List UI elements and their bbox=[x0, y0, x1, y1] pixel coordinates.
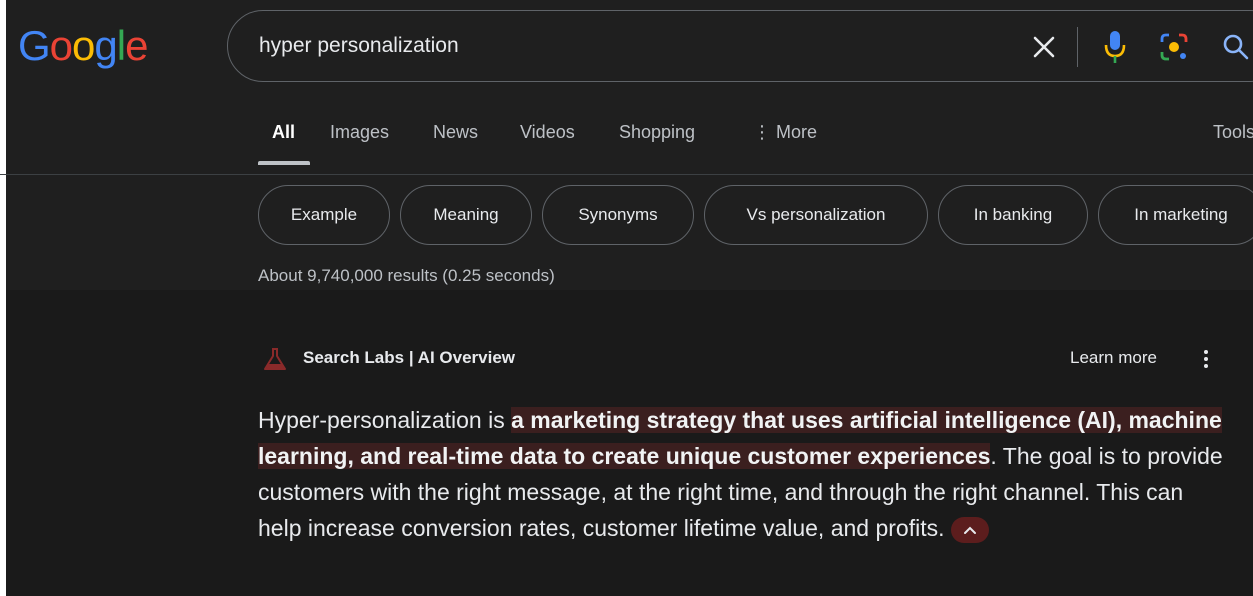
search-input[interactable]: hyper personalization bbox=[259, 34, 459, 58]
learn-more-link[interactable]: Learn more bbox=[1070, 348, 1157, 368]
google-logo[interactable]: Google bbox=[18, 22, 148, 70]
search-box[interactable]: hyper personalization bbox=[227, 10, 1253, 82]
tab-videos[interactable]: Videos bbox=[520, 122, 575, 143]
logo-letter: o bbox=[72, 22, 95, 69]
tab-more[interactable]: ⋮ More bbox=[753, 122, 817, 143]
collapse-button[interactable] bbox=[950, 516, 989, 543]
tab-all[interactable]: All bbox=[272, 122, 295, 143]
logo-letter: G bbox=[18, 22, 51, 69]
tabs-divider bbox=[0, 174, 1253, 175]
search-divider bbox=[1077, 27, 1078, 67]
lens-icon[interactable] bbox=[1158, 31, 1190, 63]
result-stats: About 9,740,000 results (0.25 seconds) bbox=[258, 266, 555, 285]
clear-icon[interactable] bbox=[1030, 33, 1058, 61]
tab-news[interactable]: News bbox=[433, 122, 478, 143]
tab-shopping[interactable]: Shopping bbox=[619, 122, 695, 143]
chip-synonyms[interactable]: Synonyms bbox=[542, 185, 694, 245]
kebab-menu-icon[interactable] bbox=[1196, 346, 1216, 372]
chevron-up-icon bbox=[963, 526, 976, 534]
search-icon[interactable] bbox=[1221, 32, 1251, 62]
logo-letter: e bbox=[125, 22, 148, 69]
logo-letter: l bbox=[116, 22, 126, 69]
chip-meaning[interactable]: Meaning bbox=[400, 185, 532, 245]
chip-in-banking[interactable]: In banking bbox=[938, 185, 1088, 245]
tab-images[interactable]: Images bbox=[330, 122, 389, 143]
logo-letter: g bbox=[94, 22, 117, 69]
overview-intro: Hyper-personalization is bbox=[258, 407, 512, 433]
chip-vs-personalization[interactable]: Vs personalization bbox=[704, 185, 928, 245]
chip-in-marketing[interactable]: In marketing bbox=[1098, 185, 1253, 245]
ai-overview-text: Hyper-personalization is a marketing str… bbox=[258, 402, 1233, 546]
tab-tools[interactable]: Tools bbox=[1213, 122, 1253, 143]
mic-icon[interactable] bbox=[1100, 29, 1130, 65]
active-tab-indicator bbox=[258, 161, 310, 165]
logo-letter: o bbox=[49, 22, 73, 69]
left-edge bbox=[0, 0, 6, 596]
ai-overview-title: Search Labs | AI Overview bbox=[303, 348, 516, 367]
chip-example[interactable]: Example bbox=[258, 185, 390, 245]
labs-flask-icon bbox=[264, 348, 286, 370]
